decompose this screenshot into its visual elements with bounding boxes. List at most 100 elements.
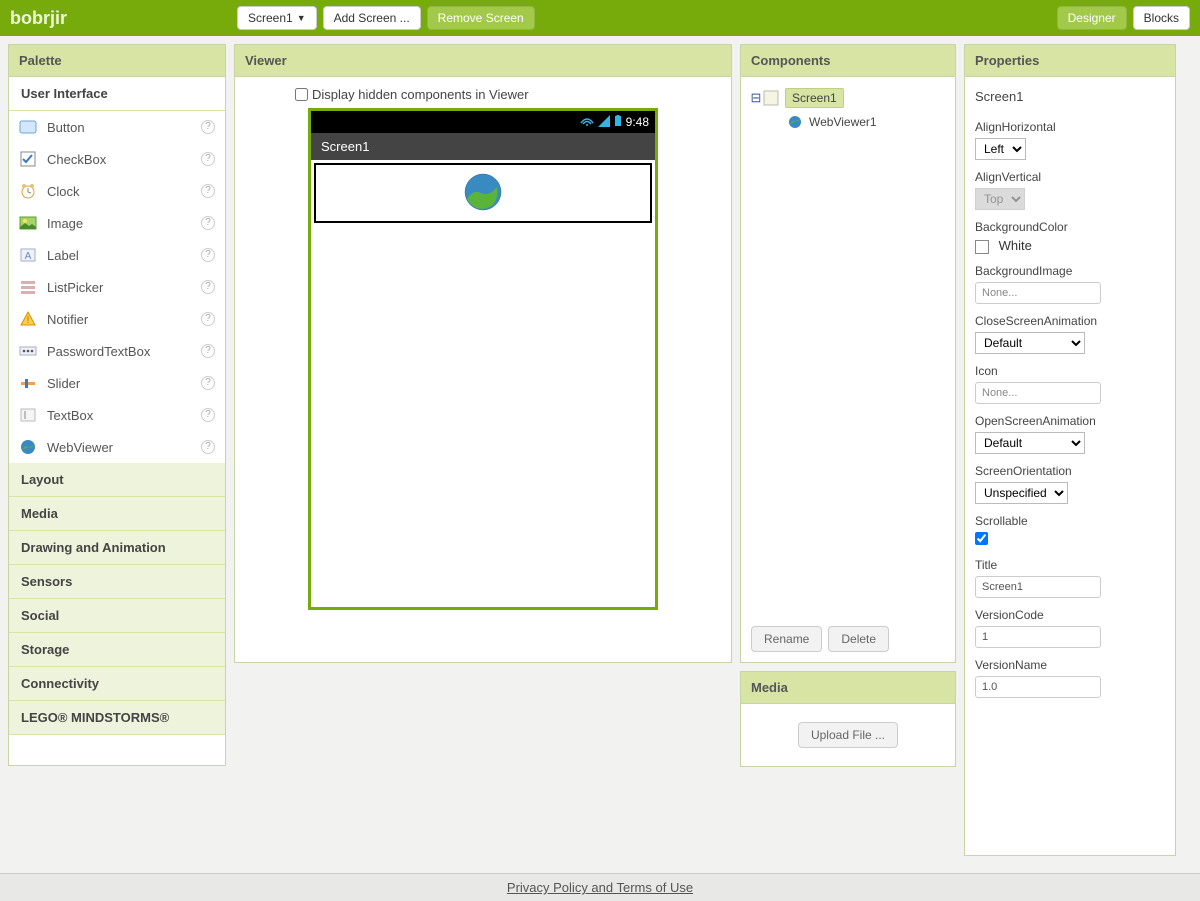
tree-root-screen[interactable]: ⊟ Screen1 [749,85,947,111]
phone-time-label: 9:48 [626,115,649,129]
prop-vname-input[interactable] [975,676,1101,698]
delete-button[interactable]: Delete [828,626,889,652]
webviewer-icon [19,438,37,456]
palette-section-storage[interactable]: Storage [9,633,225,667]
main-area: Palette User Interface Button ? CheckBox… [0,36,1200,881]
palette-item-label: Label [47,248,79,263]
palette-section-drawing[interactable]: Drawing and Animation [9,531,225,565]
prop-bgimage-input[interactable] [975,282,1101,304]
palette-item-label: Image [47,216,83,231]
help-icon[interactable]: ? [201,408,215,422]
collapse-icon[interactable]: ⊟ [749,90,763,106]
prop-icon-input[interactable] [975,382,1101,404]
viewer-header: Viewer [235,45,731,77]
prop-alignv-select: Top [975,188,1025,210]
globe-icon [462,171,504,216]
palette-section-layout[interactable]: Layout [9,463,225,497]
palette-item-checkbox[interactable]: CheckBox ? [9,143,225,175]
palette-section-user-interface[interactable]: User Interface [9,77,225,111]
help-icon[interactable]: ? [201,152,215,166]
slider-icon [19,374,37,392]
caret-down-icon: ▼ [297,13,306,23]
prop-closeanim-select[interactable]: Default [975,332,1085,354]
prop-title-input[interactable] [975,576,1101,598]
components-media-column: Components ⊟ Screen1 WebViewer1 Rename D… [740,44,956,873]
component-tree: ⊟ Screen1 WebViewer1 [741,77,955,616]
palette-panel: Palette User Interface Button ? CheckBox… [8,44,226,766]
hidden-components-toggle: Display hidden components in Viewer [261,87,705,102]
media-header: Media [741,672,955,704]
viewer-body: Display hidden components in Viewer 9:48… [235,77,731,662]
media-panel: Media Upload File ... [740,671,956,767]
prop-openanim-select[interactable]: Default [975,432,1085,454]
tree-child-webviewer[interactable]: WebViewer1 [749,111,947,133]
prop-vcode-input[interactable] [975,626,1101,648]
screen-selector[interactable]: Screen1 ▼ [237,6,317,30]
topbar-left-buttons: Screen1 ▼ Add Screen ... Remove Screen [237,6,535,30]
footer-link[interactable]: Privacy Policy and Terms of Use [507,880,693,895]
palette-item-slider[interactable]: Slider ? [9,367,225,399]
prop-closeanim-label: CloseScreenAnimation [975,314,1165,328]
palette-section-media[interactable]: Media [9,497,225,531]
media-body: Upload File ... [741,704,955,766]
wifi-icon [580,115,594,130]
properties-subject: Screen1 [975,83,1165,110]
palette-section-social[interactable]: Social [9,599,225,633]
help-icon[interactable]: ? [201,280,215,294]
palette-section-sensors[interactable]: Sensors [9,565,225,599]
help-icon[interactable]: ? [201,184,215,198]
prop-orient-select[interactable]: Unspecified [975,482,1068,504]
palette-section-connectivity[interactable]: Connectivity [9,667,225,701]
remove-screen-button[interactable]: Remove Screen [427,6,535,30]
rename-button[interactable]: Rename [751,626,822,652]
palette-item-label: ListPicker [47,280,103,295]
phone-screen-title: Screen1 [311,133,655,160]
blocks-tab-button[interactable]: Blocks [1133,6,1190,30]
properties-body: Screen1 AlignHorizontal Left AlignVertic… [965,77,1175,708]
help-icon[interactable]: ? [201,216,215,230]
footer: Privacy Policy and Terms of Use [0,873,1200,901]
palette-item-clock[interactable]: Clock ? [9,175,225,207]
palette-item-button[interactable]: Button ? [9,111,225,143]
palette-item-textbox[interactable]: TextBox ? [9,399,225,431]
topbar: bobrjir Screen1 ▼ Add Screen ... Remove … [0,0,1200,36]
help-icon[interactable]: ? [201,376,215,390]
listpicker-icon [19,278,37,296]
prop-alignh-select[interactable]: Left [975,138,1026,160]
hidden-components-checkbox[interactable] [295,88,308,101]
component-buttons: Rename Delete [741,616,955,662]
brand-title: bobrjir [10,8,67,29]
battery-icon [614,115,622,130]
help-icon[interactable]: ? [201,312,215,326]
webviewer-component[interactable] [314,163,652,223]
prop-alignv-label: AlignVertical [975,170,1165,184]
palette-item-image[interactable]: Image ? [9,207,225,239]
palette-item-label: Notifier [47,312,88,327]
clock-icon [19,182,37,200]
palette-item-passwordtextbox[interactable]: PasswordTextBox ? [9,335,225,367]
properties-panel: Properties Screen1 AlignHorizontal Left … [964,44,1176,856]
webviewer-icon [787,114,803,130]
designer-tab-button[interactable]: Designer [1057,6,1127,30]
upload-file-button[interactable]: Upload File ... [798,722,898,748]
palette-section-lego[interactable]: LEGO® MINDSTORMS® [9,701,225,735]
help-icon[interactable]: ? [201,440,215,454]
phone-preview: 9:48 Screen1 [308,108,658,610]
svg-text:A: A [25,251,32,262]
palette-item-label: Clock [47,184,80,199]
help-icon[interactable]: ? [201,248,215,262]
palette-item-webviewer[interactable]: WebViewer ? [9,431,225,463]
palette-item-listpicker[interactable]: ListPicker ? [9,271,225,303]
color-swatch[interactable] [975,240,989,254]
help-icon[interactable]: ? [201,344,215,358]
add-screen-button[interactable]: Add Screen ... [323,6,421,30]
palette-item-notifier[interactable]: ! Notifier ? [9,303,225,335]
help-icon[interactable]: ? [201,120,215,134]
topbar-right-buttons: Designer Blocks [1057,6,1190,30]
properties-header: Properties [965,45,1175,77]
palette-item-label[interactable]: A Label ? [9,239,225,271]
phone-canvas[interactable] [311,160,655,226]
svg-text:!: ! [27,315,30,325]
textbox-icon [19,406,37,424]
prop-scroll-checkbox[interactable] [975,532,988,545]
